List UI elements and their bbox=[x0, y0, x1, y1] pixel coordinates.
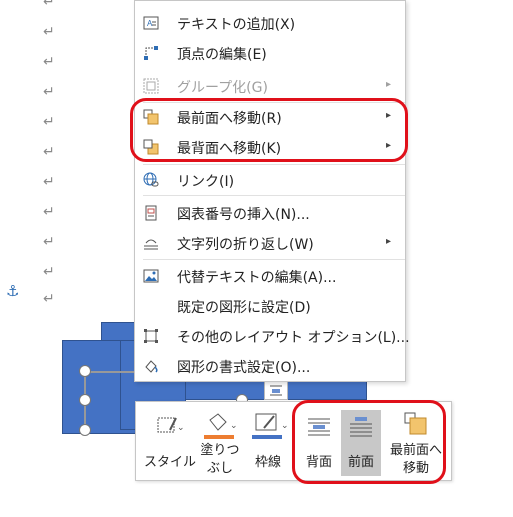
menu-item-format-shape[interactable]: 図形の書式設定(O)... bbox=[135, 351, 405, 381]
menu-separator bbox=[143, 195, 405, 196]
fill-label: ぶし bbox=[206, 461, 233, 476]
paint-bucket-icon: ⌄ bbox=[204, 413, 238, 439]
menu-item-label: 図表番号の挿入(N)... bbox=[177, 207, 310, 223]
svg-text:⌄: ⌄ bbox=[281, 421, 289, 431]
style-button[interactable]: ⌄ スタイル bbox=[144, 410, 196, 476]
context-menu: A テキストの追加(X) 頂点の編集(E) グループ化(G) ▸ 最前面へ移動(… bbox=[134, 0, 410, 382]
outline-label: 枠線 bbox=[254, 455, 281, 470]
add-text-icon: A bbox=[143, 16, 159, 30]
resize-handle[interactable] bbox=[79, 365, 91, 377]
highlight-ellipse bbox=[292, 400, 446, 484]
link-icon bbox=[143, 172, 159, 187]
outline-button[interactable]: ⌄ 枠線 bbox=[244, 410, 292, 476]
submenu-arrow-icon: ▸ bbox=[385, 79, 391, 90]
menu-item-label: 図形の書式設定(O)... bbox=[177, 360, 311, 376]
paragraph-mark: ↵ bbox=[43, 204, 55, 220]
selection-line bbox=[84, 371, 138, 373]
menu-item-label: テキストの追加(X) bbox=[177, 17, 296, 33]
paragraph-mark: ↵ bbox=[43, 234, 55, 250]
fill-label: 塗りつ bbox=[200, 443, 240, 458]
paragraph-mark: ↵ bbox=[43, 114, 55, 130]
menu-item-group[interactable]: グループ化(G) ▸ bbox=[135, 71, 405, 101]
menu-item-label: その他のレイアウト オプション(L)... bbox=[177, 330, 410, 346]
menu-item-layout-options[interactable]: その他のレイアウト オプション(L)... bbox=[135, 321, 410, 351]
menu-separator bbox=[143, 259, 405, 260]
paragraph-mark: ↵ bbox=[43, 0, 55, 10]
menu-item-label: 文字列の折り返し(W) bbox=[177, 237, 314, 253]
submenu-arrow-icon: ▸ bbox=[385, 236, 391, 247]
svg-text:A: A bbox=[147, 19, 153, 28]
paragraph-mark: ↵ bbox=[43, 174, 55, 190]
paragraph-mark: ↵ bbox=[43, 144, 55, 160]
alt-text-icon bbox=[143, 269, 159, 283]
layout-options-icon bbox=[144, 329, 158, 343]
menu-item-alt-text[interactable]: 代替テキストの編集(A)... bbox=[135, 261, 405, 291]
menu-item-edit-points[interactable]: 頂点の編集(E) bbox=[135, 38, 405, 68]
svg-text:⌄: ⌄ bbox=[230, 421, 238, 431]
menu-item-label: グループ化(G) bbox=[177, 80, 268, 96]
menu-item-insert-caption[interactable]: 図表番号の挿入(N)... bbox=[135, 198, 405, 228]
insert-caption-icon bbox=[145, 205, 157, 221]
menu-item-link[interactable]: リンク(I) bbox=[135, 165, 405, 195]
paragraph-mark: ↵ bbox=[43, 54, 55, 70]
wrap-text-icon bbox=[144, 239, 158, 250]
edit-points-icon bbox=[144, 46, 158, 60]
paragraph-mark: ↵ bbox=[43, 291, 55, 307]
fill-button[interactable]: ⌄ 塗りつ ぶし bbox=[198, 410, 242, 476]
menu-item-wrap-text[interactable]: 文字列の折り返し(W) ▸ bbox=[135, 228, 405, 258]
menu-item-add-text[interactable]: A テキストの追加(X) bbox=[135, 8, 405, 38]
svg-text:⌄: ⌄ bbox=[177, 423, 184, 433]
format-shape-icon bbox=[145, 360, 158, 373]
menu-item-label: 代替テキストの編集(A)... bbox=[177, 270, 337, 286]
menu-item-label: リンク(I) bbox=[177, 174, 235, 190]
pen-icon: ⌄ bbox=[252, 413, 289, 439]
resize-handle[interactable] bbox=[79, 394, 91, 406]
layout-options-button[interactable] bbox=[264, 380, 288, 400]
paragraph-mark: ↵ bbox=[43, 24, 55, 40]
resize-handle[interactable] bbox=[79, 424, 91, 436]
menu-item-label: 頂点の編集(E) bbox=[177, 47, 267, 63]
style-label: スタイル bbox=[144, 455, 197, 470]
menu-item-label: 既定の図形に設定(D) bbox=[177, 300, 311, 316]
highlight-ellipse bbox=[130, 98, 408, 162]
shape-style-icon: ⌄ bbox=[157, 417, 184, 433]
anchor-icon[interactable]: ⚓ bbox=[6, 282, 19, 300]
wrap-text-icon bbox=[270, 385, 282, 396]
menu-item-set-default-shape[interactable]: 既定の図形に設定(D) bbox=[135, 291, 405, 321]
paragraph-mark: ↵ bbox=[43, 264, 55, 280]
group-icon bbox=[143, 78, 159, 94]
paragraph-mark: ↵ bbox=[43, 84, 55, 100]
